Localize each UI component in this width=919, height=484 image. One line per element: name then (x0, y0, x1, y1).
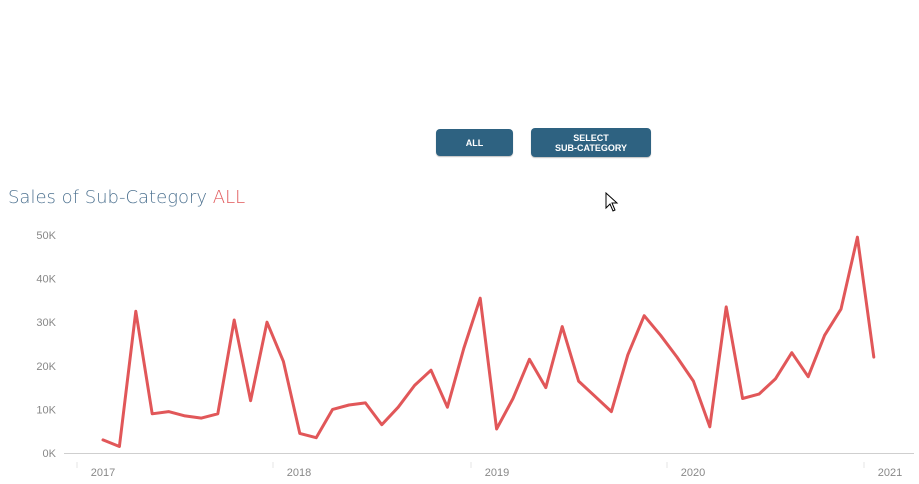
all-button-label: ALL (465, 137, 484, 148)
data-point (544, 386, 547, 389)
select-sub-category-button[interactable]: SELECT SUB-CATEGORY (531, 128, 651, 157)
x-tick-label: 2019 (485, 467, 509, 479)
data-point (774, 377, 777, 381)
data-point (659, 334, 662, 337)
select-button-label-line1: SELECT (573, 132, 609, 143)
y-tick-label: 0K (43, 448, 57, 460)
data-point (446, 406, 449, 409)
chart-title: Sales of Sub-Category ALL (8, 187, 245, 208)
x-tick-label: 2020 (681, 467, 705, 479)
x-tick-label: 2017 (91, 467, 115, 479)
data-point (134, 310, 137, 313)
sales-series-line (101, 235, 876, 448)
data-point (216, 412, 219, 415)
data-point (626, 353, 629, 357)
data-point (479, 297, 482, 300)
data-point (856, 235, 859, 239)
data-point (495, 427, 498, 431)
data-point (298, 432, 301, 435)
data-point (233, 318, 236, 322)
data-point (675, 355, 679, 359)
data-point (380, 423, 383, 426)
data-point (872, 355, 875, 359)
data-point (692, 379, 695, 383)
data-point (282, 360, 285, 363)
x-tick-label: 2018 (287, 467, 311, 479)
mouse-pointer-icon (605, 192, 619, 212)
data-point (610, 410, 613, 413)
data-point (462, 347, 465, 350)
data-point (593, 395, 597, 398)
data-point (725, 305, 728, 309)
data-point (561, 325, 564, 328)
select-button-label-line2: SUB-CATEGORY (555, 142, 627, 153)
data-point (643, 314, 646, 317)
data-point (528, 358, 531, 361)
data-point (577, 379, 580, 383)
data-point (151, 412, 154, 415)
data-point (101, 438, 105, 442)
chart-title-prefix: Sales of Sub-Category (8, 187, 213, 208)
y-tick-label: 10K (36, 404, 56, 416)
y-tick-label: 20K (36, 361, 56, 373)
y-tick-label: 40K (36, 274, 56, 286)
chart-title-selection: ALL (212, 187, 246, 208)
data-point (183, 414, 187, 418)
data-point (331, 408, 334, 411)
data-point (347, 403, 351, 407)
x-tick-label: 2021 (878, 467, 902, 479)
data-point (741, 397, 744, 400)
data-point (364, 401, 367, 405)
data-point (315, 436, 318, 439)
data-point (757, 392, 761, 396)
data-point (167, 410, 170, 413)
data-point (118, 445, 121, 448)
sales-line-chart: 0K 10K 20K 30K 40K 50K 2017 2018 2019 2020 2021 (36, 230, 914, 479)
data-point (823, 334, 826, 337)
y-tick-label: 50K (36, 230, 56, 242)
data-point (708, 425, 711, 429)
data-point (807, 375, 810, 378)
data-point (511, 397, 515, 400)
data-point (249, 399, 252, 402)
data-point (200, 416, 203, 420)
data-point (839, 307, 843, 311)
data-point (397, 406, 400, 409)
data-point (265, 321, 269, 324)
data-point (413, 384, 416, 387)
data-point (429, 368, 433, 372)
data-point (790, 351, 793, 354)
y-tick-label: 30K (36, 317, 56, 329)
all-button[interactable]: ALL (436, 129, 513, 156)
